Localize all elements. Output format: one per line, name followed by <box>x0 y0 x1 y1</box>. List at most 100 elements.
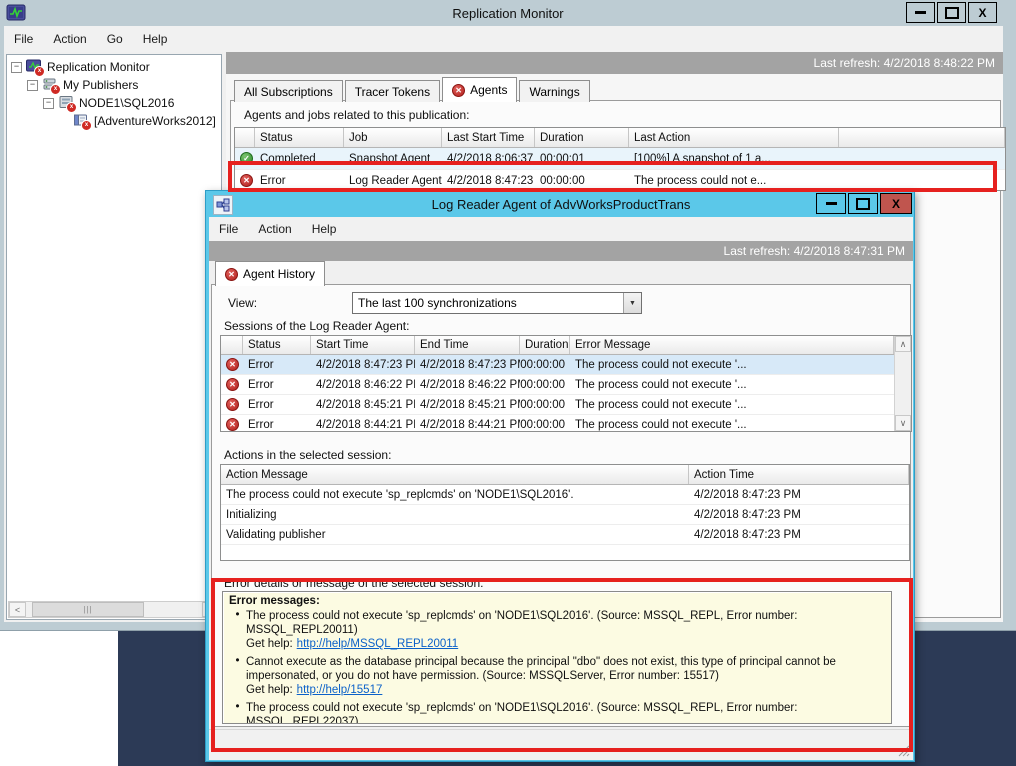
error-icon: ✕ <box>452 84 465 97</box>
bullet-icon: • <box>229 701 246 724</box>
cell-duration: 00:00:00 <box>535 170 629 191</box>
chevron-down-icon[interactable]: ▼ <box>623 293 641 313</box>
dialog-menu-file[interactable]: File <box>209 217 248 241</box>
cell-duration: 00:00:00 <box>520 415 570 432</box>
tree-horizontal-scrollbar[interactable]: < ||| > <box>8 601 220 618</box>
main-menu-bar: File Action Go Help <box>4 26 1003 52</box>
collapse-icon[interactable]: − <box>27 80 38 91</box>
scroll-left-icon[interactable]: < <box>9 602 26 617</box>
tab-agent-history[interactable]: ✕ Agent History <box>215 261 325 286</box>
column-header-icon[interactable] <box>221 336 243 354</box>
action-row[interactable]: Initializing 4/2/2018 8:47:23 PM <box>221 505 909 525</box>
column-header-start-time[interactable]: Start Time <box>311 336 415 354</box>
dialog-menu-action[interactable]: Action <box>248 217 301 241</box>
collapse-icon[interactable]: − <box>11 62 22 73</box>
column-header-action-message[interactable]: Action Message <box>221 465 689 484</box>
view-dropdown-value: The last 100 synchronizations <box>353 296 623 310</box>
scroll-up-icon[interactable]: ∧ <box>895 336 911 352</box>
scroll-track[interactable] <box>144 602 202 617</box>
replication-tree-panel: − x Replication Monitor − x My Publisher… <box>6 54 222 620</box>
session-row[interactable]: ✕ Error 4/2/2018 8:45:21 PM 4/2/2018 8:4… <box>221 395 894 415</box>
tree-item-label: NODE1\SQL2016 <box>79 96 174 110</box>
dialog-title-bar[interactable]: Log Reader Agent of AdvWorksProductTrans… <box>206 191 916 217</box>
error-messages-heading: Error messages: <box>229 595 885 607</box>
column-header-status[interactable]: Status <box>243 336 311 354</box>
cell-error-message: The process could not execute '... <box>570 375 894 394</box>
tab-all-subscriptions[interactable]: All Subscriptions <box>234 80 343 102</box>
table-row-log-reader-agent[interactable]: ✕ Error Log Reader Agent 4/2/2018 8:47:2… <box>235 170 1005 191</box>
dialog-maximize-button[interactable] <box>848 193 878 214</box>
column-header-duration[interactable]: Duration <box>535 128 629 147</box>
menu-file[interactable]: File <box>4 26 43 52</box>
cell-error-message: The process could not execute '... <box>570 415 894 432</box>
column-header-end-time[interactable]: End Time <box>415 336 520 354</box>
column-header-last-action[interactable]: Last Action <box>629 128 839 147</box>
menu-go[interactable]: Go <box>97 26 133 52</box>
cell-start-time: 4/2/2018 8:47:23 PM <box>311 355 415 374</box>
tab-warnings[interactable]: Warnings <box>519 80 589 102</box>
cell-status: Error <box>243 375 311 394</box>
column-header-icon[interactable] <box>235 128 255 147</box>
error-icon: ✕ <box>240 174 253 187</box>
tab-label: Tracer Tokens <box>355 85 430 99</box>
sessions-vertical-scrollbar[interactable]: ∧ ∨ <box>894 336 911 431</box>
scroll-down-icon[interactable]: ∨ <box>895 415 911 431</box>
table-row-snapshot-agent[interactable]: ✓ Completed Snapshot Agent 4/2/2018 8:06… <box>235 148 1005 170</box>
close-button[interactable]: X <box>968 2 997 23</box>
tree-item-replication-monitor[interactable]: − x Replication Monitor <box>11 58 150 76</box>
replication-monitor-icon: x <box>26 59 43 75</box>
collapse-icon[interactable]: − <box>43 98 54 109</box>
action-row[interactable]: The process could not execute 'sp_replcm… <box>221 485 909 505</box>
cell-action-time: 4/2/2018 8:47:23 PM <box>689 525 909 544</box>
column-header-status[interactable]: Status <box>255 128 344 147</box>
cell-action-time: 4/2/2018 8:47:23 PM <box>689 485 909 504</box>
tab-tracer-tokens[interactable]: Tracer Tokens <box>345 80 440 102</box>
help-link[interactable]: http://help/15517 <box>297 684 383 696</box>
session-row[interactable]: ✕ Error 4/2/2018 8:47:23 PM 4/2/2018 8:4… <box>221 355 894 375</box>
cell-status: Error <box>243 395 311 414</box>
menu-help[interactable]: Help <box>133 26 178 52</box>
sessions-grid: Status Start Time End Time Duration Erro… <box>220 335 912 432</box>
minimize-button[interactable] <box>906 2 935 23</box>
maximize-button[interactable] <box>937 2 966 23</box>
tab-agents[interactable]: ✕Agents <box>442 77 517 102</box>
column-header-last-start-time[interactable]: Last Start Time <box>442 128 535 147</box>
tree-item-my-publishers[interactable]: − x My Publishers <box>27 76 138 94</box>
scroll-track[interactable] <box>895 352 911 415</box>
cell-action-message: Initializing <box>221 505 689 524</box>
dialog-close-button[interactable]: X <box>880 193 912 214</box>
column-header-action-time[interactable]: Action Time <box>689 465 909 484</box>
maximize-icon <box>856 198 870 210</box>
help-link[interactable]: http://help/MSSQL_REPL20011 <box>297 638 459 650</box>
action-row[interactable]: Validating publisher 4/2/2018 8:47:23 PM <box>221 525 909 545</box>
view-dropdown[interactable]: The last 100 synchronizations ▼ <box>352 292 642 314</box>
error-message-item: • The process could not execute 'sp_repl… <box>229 701 885 724</box>
tree-item-adventureworks2012[interactable]: x [AdventureWorks2012] <box>73 112 216 130</box>
tree-item-label: [AdventureWorks2012] <box>94 114 216 128</box>
close-icon: X <box>892 197 900 211</box>
cell-end-time: 4/2/2018 8:46:22 PM <box>415 375 520 394</box>
server-icon: x <box>58 95 75 111</box>
cell-error-message: The process could not execute '... <box>570 355 894 374</box>
tree-item-node1-sql2016[interactable]: − x NODE1\SQL2016 <box>43 94 174 112</box>
column-header-error-message[interactable]: Error Message <box>570 336 894 354</box>
scroll-thumb[interactable]: ||| <box>32 602 144 617</box>
dialog-last-refresh: Last refresh: 4/2/2018 8:47:31 PM <box>724 244 905 258</box>
main-title-bar[interactable]: Replication Monitor X <box>0 0 1016 26</box>
column-header-job[interactable]: Job <box>344 128 442 147</box>
cell-status: Completed <box>255 148 344 169</box>
menu-action[interactable]: Action <box>43 26 96 52</box>
cell-start-time: 4/2/2018 8:44:21 PM <box>311 415 415 432</box>
dialog-minimize-button[interactable] <box>816 193 846 214</box>
session-row[interactable]: ✕ Error 4/2/2018 8:46:22 PM 4/2/2018 8:4… <box>221 375 894 395</box>
replication-monitor-app-icon <box>6 3 26 23</box>
cell-duration: 00:00:01 <box>535 148 629 169</box>
column-header-duration[interactable]: Duration <box>520 336 570 354</box>
session-row[interactable]: ✕ Error 4/2/2018 8:44:21 PM 4/2/2018 8:4… <box>221 415 894 432</box>
cell-end-time: 4/2/2018 8:47:23 PM <box>415 355 520 374</box>
error-messages-box: Error messages: • The process could not … <box>222 591 892 724</box>
resize-grip-icon[interactable] <box>896 743 910 757</box>
dialog-menu-help[interactable]: Help <box>302 217 347 241</box>
error-details-label: Error details or message of the selected… <box>224 576 483 590</box>
cell-duration: 00:00:00 <box>520 375 570 394</box>
